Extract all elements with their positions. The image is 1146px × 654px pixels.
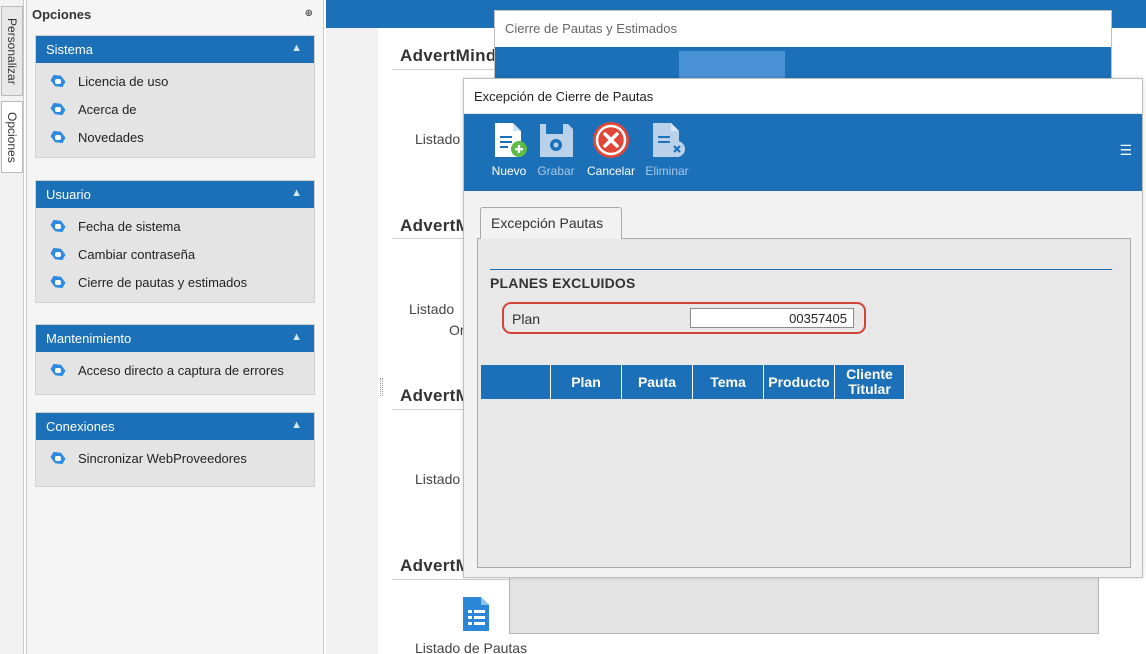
- option-icon: [50, 274, 67, 291]
- tab-personalizar[interactable]: Personalizar: [1, 6, 23, 96]
- main-gutter: [326, 28, 378, 654]
- menu-item-sincronizar[interactable]: Sincronizar WebProveedores: [36, 444, 314, 472]
- tab-opciones[interactable]: Opciones: [1, 101, 23, 173]
- group-header-sistema[interactable]: Sistema ▲: [36, 36, 314, 63]
- option-icon: [50, 362, 67, 379]
- window-title: Excepción de Cierre de Pautas: [464, 79, 1142, 114]
- section-label[interactable]: Listado: [415, 131, 460, 147]
- cancel-icon: [593, 122, 629, 158]
- section-label[interactable]: Listado: [415, 471, 460, 487]
- menu-item-novedades[interactable]: Novedades: [36, 123, 314, 151]
- section-rule: [490, 269, 1112, 270]
- grid-header-cliente-titular[interactable]: Cliente Titular: [835, 365, 905, 399]
- side-tab-strip: Personalizar Opciones: [0, 0, 24, 654]
- plan-label: Plan: [512, 311, 541, 327]
- menu-item-captura-errores[interactable]: Acceso directo a captura de errores: [36, 356, 314, 384]
- chevron-up-icon[interactable]: ▲: [291, 42, 302, 54]
- checklist-document-icon[interactable]: [460, 596, 492, 632]
- section-title: AdvertM: [400, 556, 471, 575]
- grid-header-producto[interactable]: Producto: [764, 365, 835, 399]
- window-excepcion-cierre: Excepción de Cierre de Pautas Nuevo Grab…: [463, 78, 1143, 578]
- plan-input[interactable]: [690, 308, 854, 328]
- menu-item-cierre-pautas[interactable]: Cierre de pautas y estimados: [36, 268, 314, 296]
- new-document-icon: [495, 123, 527, 157]
- background-panel-box: [509, 578, 1099, 634]
- dialog-toolbar: Nuevo Grabar Cancelar Eliminar ☰: [464, 114, 1142, 191]
- splitter-handle[interactable]: [380, 378, 383, 396]
- grabar-button[interactable]: Grabar: [531, 120, 581, 186]
- window-title: Cierre de Pautas y Estimados: [505, 21, 677, 36]
- section-label[interactable]: Listado de Pautas: [415, 640, 527, 654]
- panel-header: Opciones ⊕: [32, 7, 313, 22]
- chevron-up-icon[interactable]: ▲: [291, 419, 302, 431]
- cancelar-button[interactable]: Cancelar: [586, 120, 636, 186]
- option-icon: [50, 218, 67, 235]
- options-panel: Opciones ⊕ Sistema ▲ Licencia de uso Acer…: [26, 0, 324, 654]
- option-icon: [50, 246, 67, 263]
- option-icon: [50, 129, 67, 146]
- grid-header-selector[interactable]: [481, 365, 551, 399]
- option-icon: [50, 450, 67, 467]
- group-conexiones: Conexiones ▲ Sincronizar WebProveedores: [35, 412, 315, 487]
- group-header-usuario[interactable]: Usuario ▲: [36, 181, 314, 208]
- grid-header-tema[interactable]: Tema: [693, 365, 764, 399]
- dialog-content: Excepción Pautas PLANES EXCLUIDOS Plan P…: [464, 191, 1142, 577]
- menu-item-licencia[interactable]: Licencia de uso: [36, 67, 314, 95]
- section-title: AdvertM: [400, 216, 471, 235]
- delete-document-icon: [653, 123, 685, 157]
- chevron-up-icon[interactable]: ▲: [291, 187, 302, 199]
- group-header-conexiones[interactable]: Conexiones ▲: [36, 413, 314, 440]
- eliminar-button[interactable]: Eliminar: [642, 120, 692, 186]
- pin-icon[interactable]: ⊕: [305, 8, 313, 19]
- menu-item-cambiar-contrasena[interactable]: Cambiar contraseña: [36, 240, 314, 268]
- grid-header-plan[interactable]: Plan: [551, 365, 622, 399]
- option-icon: [50, 73, 67, 90]
- group-mantenimiento: Mantenimiento ▲ Acceso directo a captura …: [35, 324, 315, 395]
- plan-field-highlight: Plan: [502, 302, 866, 334]
- menu-icon[interactable]: ☰: [1119, 142, 1132, 159]
- section-title: AdvertM: [400, 386, 471, 405]
- group-header-mantenimiento[interactable]: Mantenimiento ▲: [36, 325, 314, 352]
- nuevo-button[interactable]: Nuevo: [484, 120, 534, 186]
- menu-item-fecha-sistema[interactable]: Fecha de sistema: [36, 212, 314, 240]
- tab-excepcion-pautas[interactable]: Excepción Pautas: [480, 207, 622, 239]
- grid-header-pauta[interactable]: Pauta: [622, 365, 693, 399]
- menu-item-acerca[interactable]: Acerca de: [36, 95, 314, 123]
- section-title: AdvertMind: [400, 46, 497, 65]
- group-sistema: Sistema ▲ Licencia de uso Acerca de Noved…: [35, 35, 315, 158]
- excluded-plans-grid: Plan Pauta Tema Producto Cliente Titular: [481, 365, 905, 399]
- option-icon: [50, 101, 67, 118]
- section-title-planes-excluidos: PLANES EXCLUIDOS: [490, 275, 636, 291]
- save-icon: [540, 124, 573, 157]
- section-label[interactable]: Listado: [409, 301, 454, 317]
- group-usuario: Usuario ▲ Fecha de sistema Cambiar contra…: [35, 180, 315, 303]
- section-divider: [392, 579, 512, 580]
- chevron-up-icon[interactable]: ▲: [291, 331, 302, 343]
- tab-panel: PLANES EXCLUIDOS Plan Plan Pauta Tema Pr…: [477, 238, 1131, 568]
